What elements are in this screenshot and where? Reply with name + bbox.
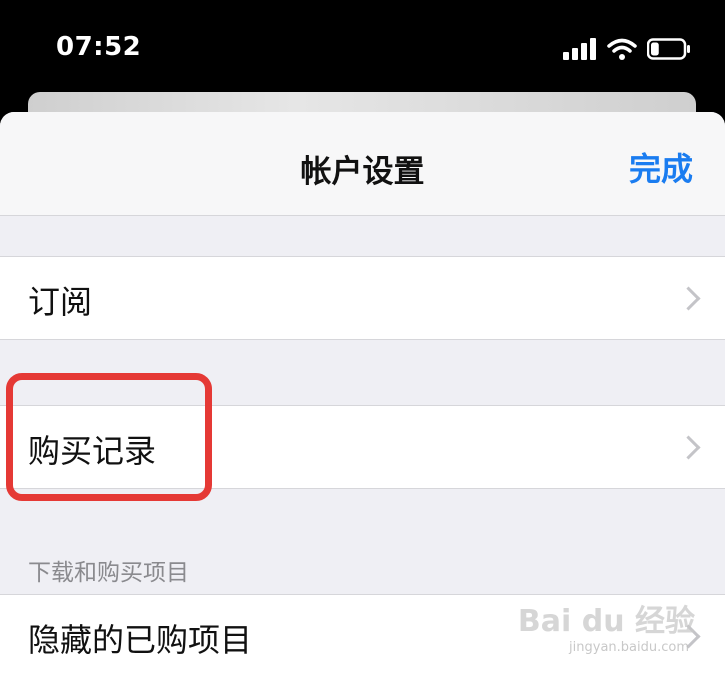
subscriptions-label: 订阅 [28,283,93,321]
downloads-section-header: 下载和购买项目 [28,560,189,586]
battery-icon [647,38,690,60]
chevron-right-icon [676,286,701,311]
status-icons [563,38,691,60]
status-time: 07:52 [56,32,142,62]
chevron-right-icon [676,435,701,460]
cellular-signal-icon [563,38,596,60]
done-button[interactable]: 完成 [629,144,693,190]
nav-bar: 帐户设置 完成 [0,112,725,216]
hidden-purchases-label: 隐藏的已购项目 [28,621,253,659]
purchase-history-label: 购买记录 [28,432,157,470]
account-settings-sheet: 帐户设置 完成 订阅 购买记录 下载和购买项目 隐藏的已购项目 [0,112,725,677]
watermark-url: jingyan.baidu.com [569,640,689,655]
wifi-icon [607,38,637,60]
purchase-history-row[interactable]: 购买记录 [0,405,725,489]
subscriptions-row[interactable]: 订阅 [0,256,725,340]
page-title: 帐户设置 [300,154,425,190]
watermark-logo: Bai du 经验 [517,604,695,639]
status-bar: 07:52 [0,0,725,100]
